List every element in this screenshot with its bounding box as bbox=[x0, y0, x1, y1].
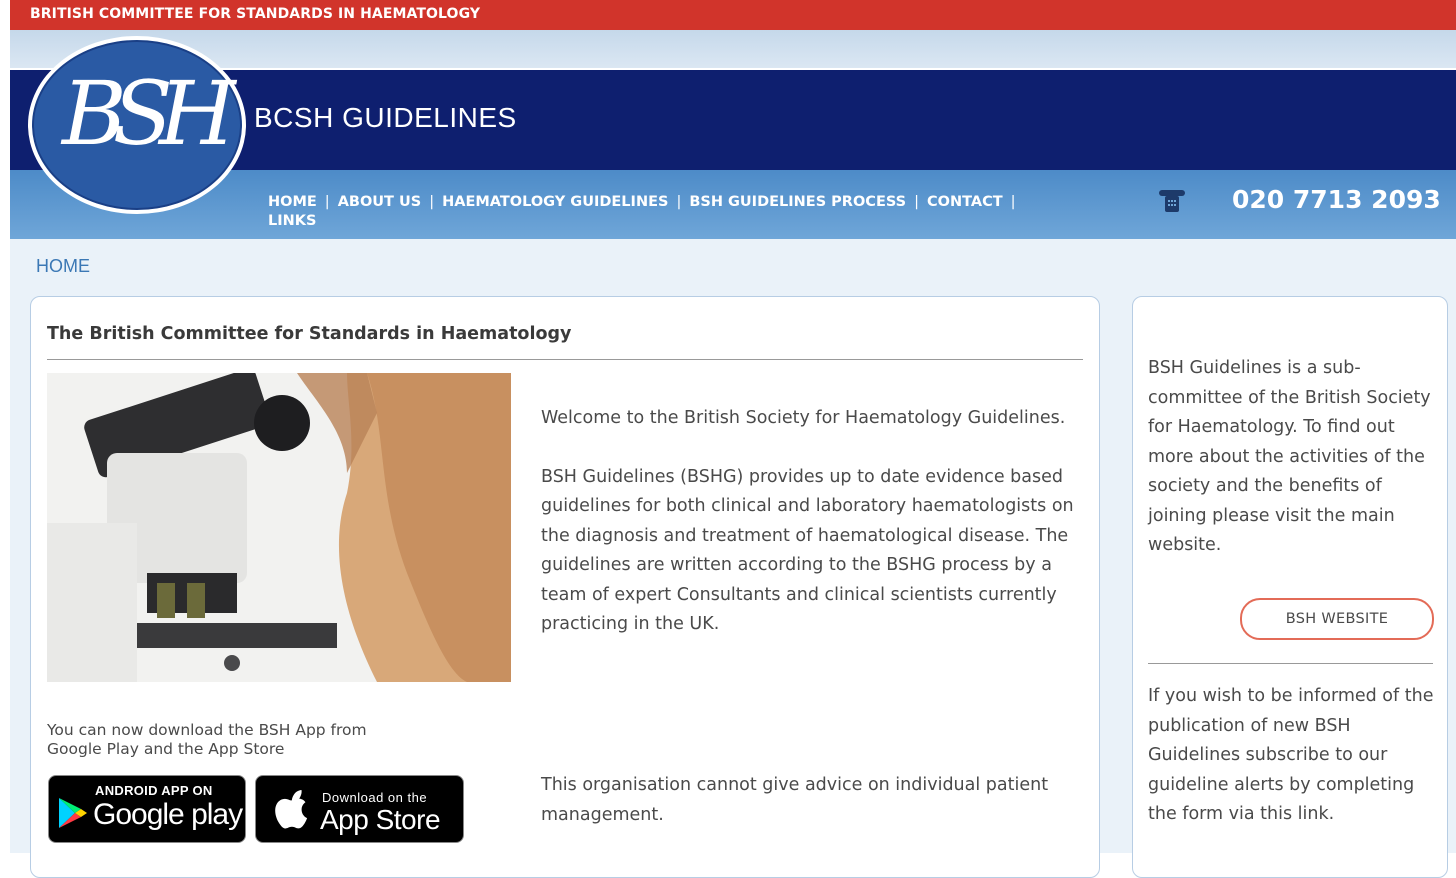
page-title: The British Committee for Standards in H… bbox=[47, 324, 572, 344]
nav-contact[interactable]: CONTACT bbox=[927, 194, 1003, 210]
logo-monogram: BSH bbox=[62, 62, 236, 165]
nav-separator: | bbox=[914, 194, 919, 210]
google-play-badge[interactable]: ANDROID APP ON Google play bbox=[48, 775, 246, 843]
nav-home[interactable]: HOME bbox=[268, 194, 317, 210]
phone-icon bbox=[1159, 190, 1185, 212]
welcome-text: Welcome to the British Society for Haema… bbox=[541, 404, 1081, 669]
phone-number[interactable]: 020 7713 2093 bbox=[1232, 185, 1441, 214]
bsh-logo[interactable]: BSH bbox=[28, 36, 246, 214]
bsh-website-button[interactable]: BSH WEBSITE bbox=[1240, 598, 1434, 640]
google-play-small-text: ANDROID APP ON bbox=[95, 783, 213, 798]
sidebar-divider bbox=[1148, 663, 1433, 664]
nav-bsh-guidelines-process[interactable]: BSH GUIDELINES PROCESS bbox=[689, 194, 906, 210]
nav-separator: | bbox=[324, 194, 330, 210]
site-title: BCSH GUIDELINES bbox=[254, 102, 517, 133]
nav-separator: | bbox=[429, 194, 435, 210]
nav-haematology-guidelines[interactable]: HAEMATOLOGY GUIDELINES bbox=[442, 194, 668, 210]
sidebar-intro-text: BSH Guidelines is a sub-committee of the… bbox=[1148, 358, 1431, 555]
apple-icon bbox=[275, 790, 308, 829]
welcome-paragraph: Welcome to the British Society for Haema… bbox=[541, 408, 1066, 428]
google-play-icon bbox=[59, 798, 87, 828]
breadcrumb[interactable]: HOME bbox=[36, 256, 90, 277]
nav-links[interactable]: LINKS bbox=[268, 213, 316, 229]
nav-separator: | bbox=[676, 194, 682, 210]
top-banner: BRITISH COMMITTEE FOR STANDARDS IN HAEMA… bbox=[10, 0, 1456, 30]
google-play-big-text: Google play bbox=[93, 798, 243, 831]
top-banner-text: BRITISH COMMITTEE FOR STANDARDS IN HAEMA… bbox=[30, 6, 481, 22]
app-store-big-text: App Store bbox=[320, 804, 441, 835]
app-store-badge[interactable]: Download on the App Store bbox=[255, 775, 464, 843]
app-store-small-text: Download on the bbox=[322, 790, 428, 805]
app-download-note: You can now download the BSH App from Go… bbox=[47, 721, 367, 758]
sidebar-alerts-text: If you wish to be informed of the public… bbox=[1148, 686, 1434, 824]
microscope-photo bbox=[47, 373, 511, 682]
main-nav: HOME | ABOUT US | HAEMATOLOGY GUIDELINES | BSH… bbox=[268, 193, 1128, 231]
advice-disclaimer: This organisation cannot give advice on … bbox=[541, 775, 1049, 825]
header-strip bbox=[10, 30, 1456, 68]
nav-separator: | bbox=[1010, 194, 1016, 210]
title-divider bbox=[47, 359, 1083, 360]
nav-about-us[interactable]: ABOUT US bbox=[338, 194, 422, 210]
about-paragraph: BSH Guidelines (BSHG) provides up to dat… bbox=[541, 466, 1074, 635]
